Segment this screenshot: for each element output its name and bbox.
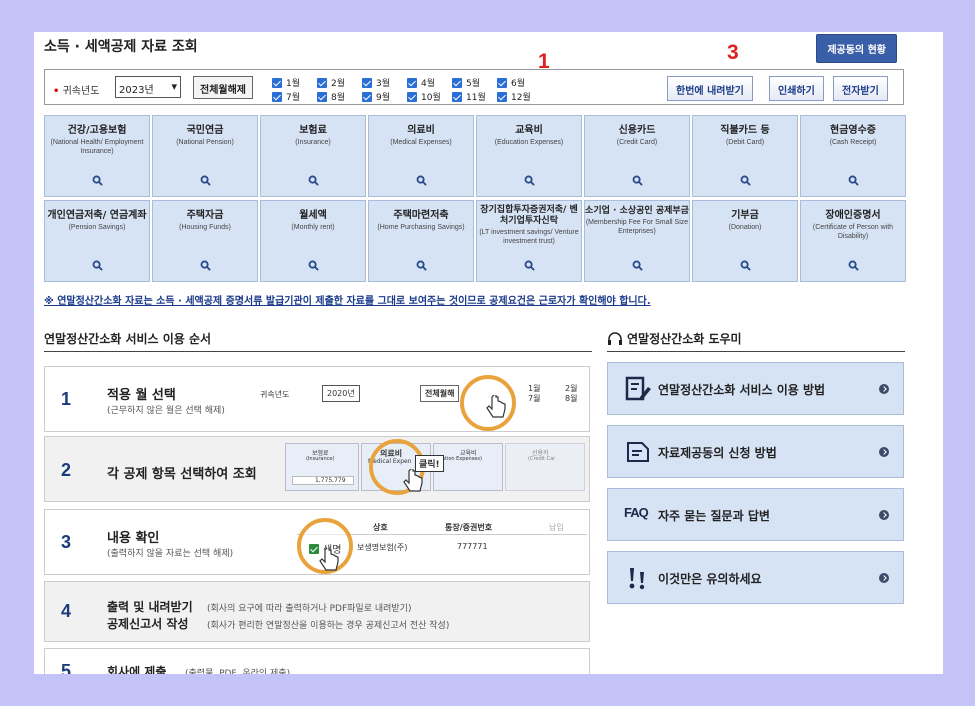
search-icon: [92, 175, 103, 186]
category-tile-credit-card[interactable]: 신용카드 (Credit Card): [584, 115, 690, 197]
search-icon: [848, 260, 859, 271]
step-3-illustration: 상호 통장/증권번호 납입 보생명보험(주) 777771 생명: [297, 514, 587, 574]
chevron-right-icon: [879, 447, 889, 457]
month-checkbox-9[interactable]: 9월: [362, 90, 390, 103]
month-checkboxes: 1월 2월 3월 4월 5월 6월 7월 8월 9월 10월 11월 12월: [272, 74, 552, 104]
month-checkbox-11[interactable]: 11월: [452, 90, 486, 103]
month-checkbox-10[interactable]: 10월: [407, 90, 441, 103]
chevron-right-icon: [879, 384, 889, 394]
category-tile-disability-certificate[interactable]: 장애인증명서 (Certificate of Person with Disabi…: [800, 200, 906, 282]
steps-divider: [44, 351, 592, 352]
pointer-hand-icon: [486, 395, 506, 418]
category-tile-pension-savings[interactable]: 개인연금저축/ 연금계좌 (Pension Savings): [44, 200, 150, 282]
consent-status-button[interactable]: 제공동의 현황: [816, 34, 897, 63]
category-tile-cash-receipt[interactable]: 현금영수증 (Cash Receipt): [800, 115, 906, 197]
search-icon: [740, 260, 751, 271]
edit-icon: [625, 376, 651, 401]
document-icon: [627, 442, 649, 462]
category-tile-monthly-rent[interactable]: 월세액 (Monthly rent): [260, 200, 366, 282]
category-tile-medical[interactable]: 의료비 (Medical Expenses): [368, 115, 474, 197]
pointer-hand-icon: [403, 469, 423, 492]
search-icon: [632, 260, 643, 271]
search-icon: [524, 175, 535, 186]
e-document-button[interactable]: 전자받기: [833, 76, 888, 101]
search-icon: [308, 260, 319, 271]
headset-icon: [608, 331, 622, 345]
category-tile-lt-investment[interactable]: 장기집합투자증권저축/ 벤처기업투자신탁 (LT investment savin…: [476, 200, 582, 282]
step-1-illustration: 귀속년도 2020년 전체월해 1월 7월 2월 8월: [260, 375, 580, 431]
month-checkbox-6[interactable]: 6월: [497, 76, 525, 89]
category-tile-national-pension[interactable]: 국민연금 (National Pension): [152, 115, 258, 197]
category-tile-education[interactable]: 교육비 (Education Expenses): [476, 115, 582, 197]
marker-3: 3: [727, 41, 739, 64]
search-icon: [632, 175, 643, 186]
category-tile-debit-card[interactable]: 직불카드 등 (Debit Card): [692, 115, 798, 197]
month-checkbox-12[interactable]: 12월: [497, 90, 531, 103]
month-checkbox-8[interactable]: 8월: [317, 90, 345, 103]
faq-icon: FAQ: [624, 505, 649, 520]
print-button[interactable]: 인쇄하기: [769, 76, 824, 101]
category-tile-donation[interactable]: 기부금 (Donation): [692, 200, 798, 282]
search-icon: [200, 260, 211, 271]
month-checkbox-3[interactable]: 3월: [362, 76, 390, 89]
step-2: 2 각 공제 항목 선택하여 조회 보험료 (Insurance) 1,775,…: [44, 436, 590, 502]
main-panel: 소득 · 세액공제 자료 조회 제공동의 현황 1 2 3 • 귀속년도 202…: [34, 32, 943, 674]
month-checkbox-7[interactable]: 7월: [272, 90, 300, 103]
search-icon: [308, 175, 319, 186]
month-checkbox-2[interactable]: 2월: [317, 76, 345, 89]
steps-title: 연말정산간소화 서비스 이용 순서: [44, 332, 212, 346]
step-1: 1 적용 월 선택 (근무하지 않은 월은 선택 해제) 귀속년도 2020년 …: [44, 366, 590, 432]
step-3: 3 내용 확인 (출력하지 않을 자료는 선택 해제) 상호 통장/증권번호 납…: [44, 509, 590, 575]
clear-months-button[interactable]: 전체월해제: [193, 76, 253, 99]
page-title: 소득 · 세액공제 자료 조회: [44, 39, 198, 55]
step-2-illustration: 보험료 (Insurance) 1,775,779 의료비 Medical Ex…: [285, 439, 585, 497]
help-cautions[interactable]: 이것만은 유의하세요: [607, 551, 904, 604]
search-icon: [740, 175, 751, 186]
search-icon: [416, 175, 427, 186]
chevron-right-icon: [879, 573, 889, 583]
month-checkbox-1[interactable]: 1월: [272, 76, 300, 89]
search-icon: [200, 175, 211, 186]
year-select[interactable]: 2023년 ▾: [115, 76, 181, 98]
category-tile-housing-funds[interactable]: 주택자금 (Housing Funds): [152, 200, 258, 282]
download-all-button[interactable]: 한번에 내려받기: [667, 76, 753, 101]
helper-title: 연말정산간소화 도우미: [607, 330, 742, 347]
category-tile-health-insurance[interactable]: 건강/고용보험 (National Health/ Employment Insu…: [44, 115, 150, 197]
chevron-right-icon: [879, 510, 889, 520]
step-4: 4 출력 및 내려받기 (회사의 요구에 따라 출력하거나 PDF파일로 내려받…: [44, 581, 590, 642]
month-checkbox-5[interactable]: 5월: [452, 76, 480, 89]
chevron-down-icon: ▾: [171, 80, 177, 93]
help-consent-guide[interactable]: 자료제공동의 신청 방법: [607, 425, 904, 478]
filter-bar: • 귀속년도 2023년 ▾ 전체월해제 1월 2월 3월 4월 5월 6월 7…: [44, 69, 904, 105]
month-checkbox-4[interactable]: 4월: [407, 76, 435, 89]
year-label: • 귀속년도: [53, 86, 100, 97]
search-icon: [416, 260, 427, 271]
help-faq[interactable]: FAQ 자주 묻는 질문과 답변: [607, 488, 904, 541]
category-tile-insurance[interactable]: 보험료 (Insurance): [260, 115, 366, 197]
search-icon: [92, 260, 103, 271]
category-tile-home-purchasing-savings[interactable]: 주택마련저축 (Home Purchasing Savings): [368, 200, 474, 282]
helper-divider: [607, 351, 905, 352]
search-icon: [848, 175, 859, 186]
help-usage-guide[interactable]: 연말정산간소화 서비스 이용 방법: [607, 362, 904, 415]
category-tile-small-enterprise[interactable]: 소기업 · 소상공인 공제부금 (Membership Fee For Small…: [584, 200, 690, 282]
pointer-hand-icon: [319, 548, 339, 571]
notice-text: ※ 연말정산간소화 자료는 소득 · 세액공제 증명서류 발급기관이 제출한 자…: [44, 296, 651, 307]
search-icon: [524, 260, 535, 271]
exclamation-icon: [629, 568, 645, 590]
step-5: 5 회사에 제출 (출력물, PDF, 온라인 제출): [44, 648, 590, 674]
